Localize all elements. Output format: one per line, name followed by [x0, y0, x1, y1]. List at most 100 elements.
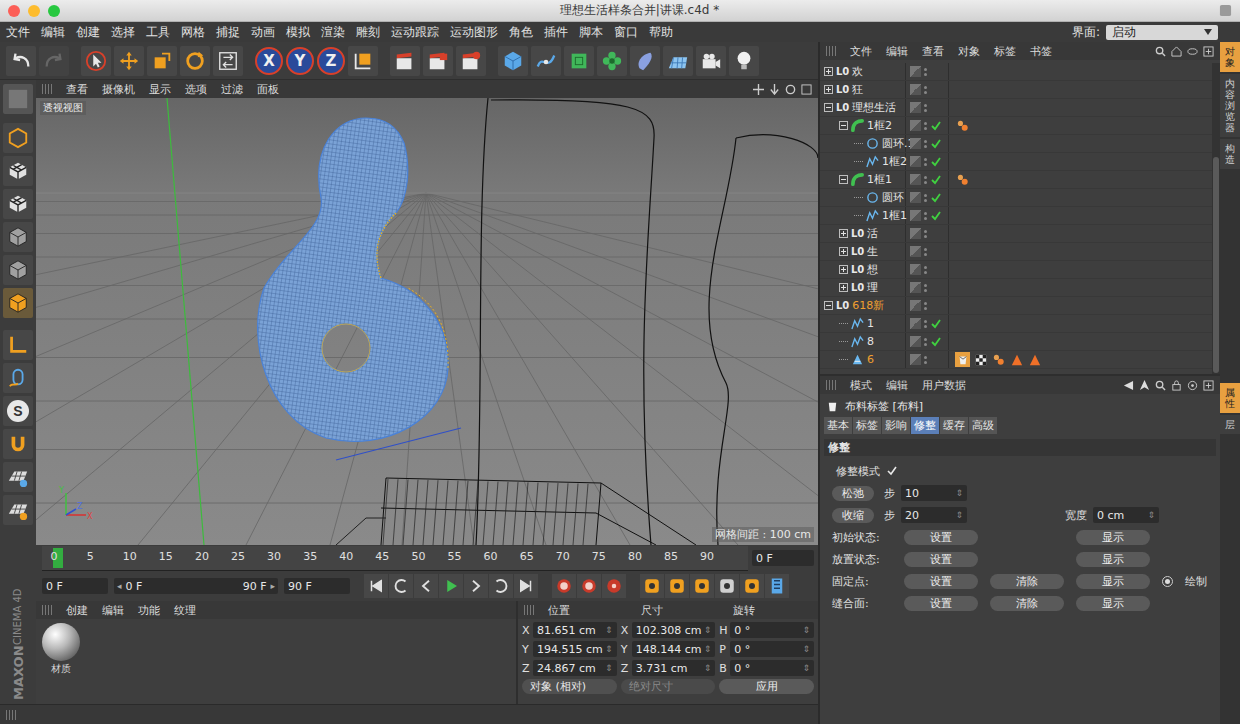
layer-icon[interactable] [910, 354, 921, 365]
expand-icon[interactable] [839, 283, 848, 292]
close-button[interactable] [8, 5, 20, 17]
cube-outline-button[interactable] [3, 123, 33, 153]
attribute-menu-item[interactable]: 模式 [850, 378, 872, 393]
attribute-menu-item[interactable]: 用户数据 [922, 378, 966, 393]
pan-icon[interactable] [753, 84, 764, 95]
object-menu-item[interactable]: 对象 [958, 44, 980, 59]
visibility-dots[interactable] [924, 266, 927, 274]
floor-button[interactable] [663, 46, 693, 76]
object-row[interactable]: 圆环 [820, 189, 1212, 207]
new-panel-icon[interactable] [1203, 380, 1214, 391]
menu-item[interactable]: 文件 [6, 24, 30, 41]
magnet-button[interactable] [3, 429, 33, 459]
spinner-icon[interactable]: ⇕ [802, 625, 810, 635]
rotate-tool[interactable] [180, 46, 210, 76]
tweak-button[interactable] [3, 363, 33, 393]
layer-icon[interactable] [910, 228, 921, 239]
coordinate-field[interactable]: Y 148.144 cm⇕ [621, 641, 716, 657]
coordinate-field[interactable]: B 0 °⇕ [719, 660, 814, 676]
render-view-button[interactable] [390, 46, 420, 76]
object-name[interactable]: 活 [867, 226, 878, 241]
object-name[interactable]: 1框2 [882, 154, 907, 169]
triangle-tag[interactable] [1027, 352, 1042, 367]
cloner-button[interactable] [597, 46, 627, 76]
object-row[interactable]: L0 618新 [820, 297, 1212, 315]
object-name[interactable]: 8 [867, 335, 874, 348]
number-field[interactable]: 10⇕ [901, 485, 967, 501]
maximize-button[interactable] [48, 5, 60, 17]
visibility-dots[interactable] [924, 104, 927, 112]
object-menu-item[interactable]: 编辑 [886, 44, 908, 59]
enable-toggle[interactable] [930, 264, 942, 276]
end-frame-field[interactable]: 90 F [284, 578, 350, 594]
axis-lock-button[interactable]: Y [286, 47, 314, 75]
enable-toggle[interactable] [930, 156, 942, 168]
orbit-icon[interactable] [785, 84, 796, 95]
object-row[interactable]: L0 欢 [820, 63, 1212, 81]
state-button[interactable]: 设置 [904, 596, 978, 611]
workplane-button[interactable] [3, 495, 33, 525]
visibility-dots[interactable] [924, 212, 927, 220]
visibility-dots[interactable] [924, 122, 927, 130]
menu-item[interactable]: 工具 [146, 24, 170, 41]
object-row[interactable]: L0 想 [820, 261, 1212, 279]
enable-toggle[interactable] [930, 66, 942, 78]
view-icon[interactable] [1187, 46, 1198, 57]
coordinate-field[interactable]: P 0 °⇕ [719, 641, 814, 657]
side-tab[interactable]: 内容浏览器 [1220, 74, 1240, 137]
key-points-button[interactable] [740, 574, 764, 598]
enable-toggle[interactable] [930, 228, 942, 240]
side-tab[interactable]: 对象 [1220, 42, 1240, 72]
up-arrow-icon[interactable] [1139, 380, 1150, 391]
coordinate-field[interactable]: H 0 °⇕ [719, 622, 814, 638]
object-name[interactable]: 欢 [852, 64, 863, 79]
state-button[interactable]: 显示 [1076, 530, 1150, 545]
render-picture-button[interactable] [423, 46, 453, 76]
collapse-icon[interactable] [839, 121, 848, 130]
object-name[interactable]: 理 [867, 280, 878, 295]
coordinate-mode-dropdown[interactable]: 对象 (相对) [522, 679, 617, 694]
enable-toggle[interactable] [930, 246, 942, 258]
object-row[interactable]: 圆环.1 [820, 135, 1212, 153]
checker-cube-button[interactable] [3, 156, 33, 186]
size-mode-dropdown[interactable]: 绝对尺寸 [621, 679, 716, 694]
enable-toggle[interactable] [930, 354, 942, 366]
object-name[interactable]: 狂 [852, 82, 863, 97]
back-arrow-icon[interactable] [1123, 380, 1134, 391]
viewport-menu-item[interactable]: 显示 [149, 82, 171, 97]
state-button[interactable]: 设置 [904, 574, 978, 589]
maximize-view-icon[interactable] [801, 84, 812, 95]
zoom-icon[interactable] [769, 84, 780, 95]
layer-icon[interactable] [910, 156, 921, 167]
expand-icon[interactable] [839, 229, 848, 238]
menu-item[interactable]: 选择 [111, 24, 135, 41]
enable-toggle[interactable] [930, 210, 942, 222]
visibility-dots[interactable] [924, 140, 927, 148]
viewport-menu-item[interactable]: 面板 [257, 82, 279, 97]
coordinate-field[interactable]: Z 24.867 cm⇕ [522, 660, 617, 676]
enable-toggle[interactable] [930, 318, 942, 330]
layer-icon[interactable] [910, 300, 921, 311]
play-button[interactable] [439, 574, 463, 598]
timeline-film-button[interactable] [765, 574, 789, 598]
menu-item[interactable]: 创建 [76, 24, 100, 41]
state-button[interactable]: 显示 [1076, 596, 1150, 611]
layer-icon[interactable] [910, 192, 921, 203]
material-swatch[interactable]: 材质 [40, 623, 82, 676]
object-row[interactable]: L0 生 [820, 243, 1212, 261]
apply-button[interactable]: 应用 [719, 679, 814, 694]
layer-icon[interactable] [910, 210, 921, 221]
visibility-dots[interactable] [924, 176, 927, 184]
enable-toggle[interactable] [930, 192, 942, 204]
coordinate-field[interactable]: Y 194.515 cm⇕ [522, 641, 617, 657]
key-help-button[interactable] [602, 574, 626, 598]
spinner-icon[interactable]: ⇕ [605, 644, 613, 654]
viewport-menu-item[interactable]: 选项 [185, 82, 207, 97]
enable-toggle[interactable] [930, 84, 942, 96]
object-name[interactable]: 1框1 [882, 208, 907, 223]
recent-tool[interactable] [213, 46, 243, 76]
object-row[interactable]: L0 狂 [820, 81, 1212, 99]
spinner-icon[interactable]: ⇕ [605, 625, 613, 635]
attribute-tab[interactable]: 影响 [882, 417, 910, 434]
undo-button[interactable] [6, 46, 36, 76]
